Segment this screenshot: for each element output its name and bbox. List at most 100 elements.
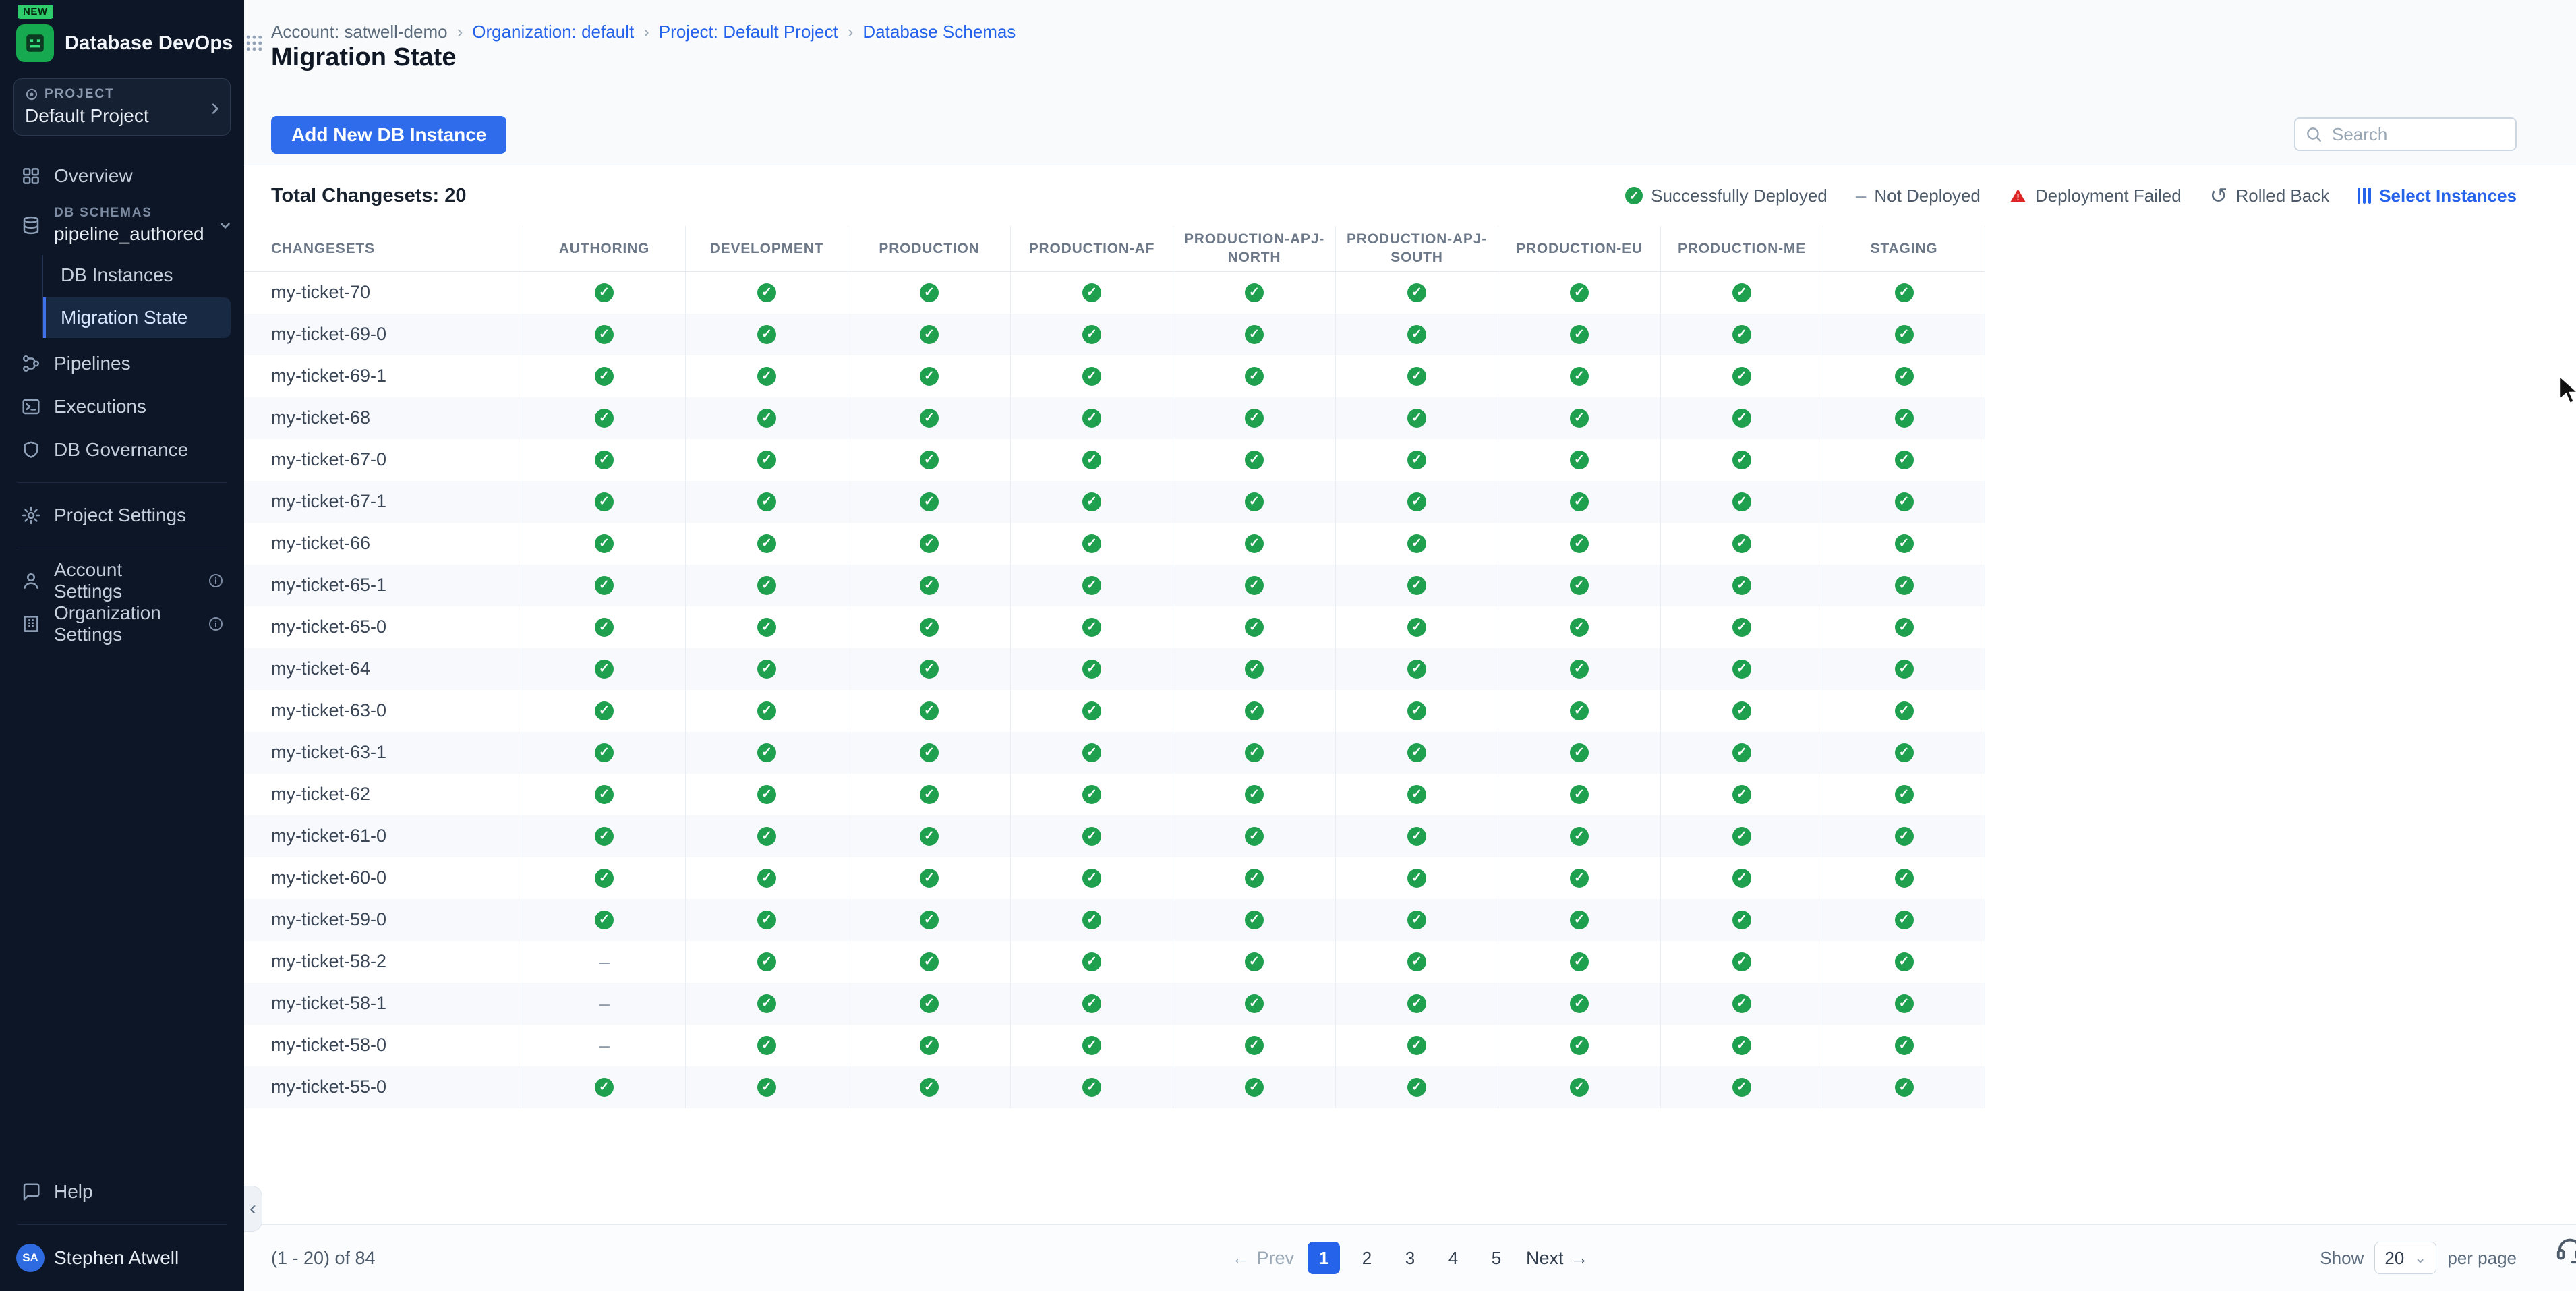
status-deployed-icon: ✓ (1010, 857, 1173, 899)
sidebar-item-pipelines[interactable]: Pipelines (9, 342, 235, 385)
sidebar-item-overview[interactable]: Overview (9, 154, 235, 198)
status-not-deployed: – (523, 983, 685, 1025)
sidebar-item-executions[interactable]: Executions (9, 385, 235, 428)
status-deployed-icon: ✓ (1498, 439, 1660, 481)
pagination-controls: ← Prev 12345 Next → (1231, 1242, 1588, 1274)
status-deployed-icon: ✓ (1660, 397, 1823, 439)
status-not-deployed: – (523, 1025, 685, 1066)
sidebar-item-help[interactable]: Help (9, 1170, 235, 1213)
search-box[interactable] (2294, 117, 2517, 151)
status-deployed-icon: ✓ (848, 1025, 1010, 1066)
user-menu[interactable]: SA Stephen Atwell (9, 1236, 235, 1280)
status-deployed-icon: ✓ (685, 397, 848, 439)
chevron-right-icon: › (210, 94, 219, 120)
main-content: Account: satwell-demo › Organization: de… (244, 0, 2576, 1291)
breadcrumb-project[interactable]: Project: Default Project (659, 22, 838, 42)
prev-page-button[interactable]: ← Prev (1231, 1248, 1294, 1269)
status-deployed-icon: ✓ (685, 1025, 848, 1066)
page-button-3[interactable]: 3 (1394, 1242, 1426, 1274)
status-deployed-icon: ✓ (1823, 272, 1985, 314)
legend-items: ✓Successfully Deployed–Not Deployed!Depl… (1625, 185, 2329, 206)
search-input[interactable] (2331, 123, 2506, 146)
sidebar-item-db-instances[interactable]: DB Instances (43, 255, 231, 295)
sidebar-item-db-governance[interactable]: DB Governance (9, 428, 235, 471)
table-toolbar: Total Changesets: 20 ✓Successfully Deplo… (244, 165, 2576, 226)
breadcrumb-account[interactable]: Account: satwell-demo (271, 22, 448, 42)
select-instances-button[interactable]: Select Instances (2358, 185, 2517, 206)
page-size-select[interactable]: 20 ⌄ (2374, 1242, 2436, 1274)
status-deployed-icon: ✓ (1498, 1066, 1660, 1108)
page-button-1[interactable]: 1 (1308, 1242, 1340, 1274)
status-deployed-icon: ✓ (1660, 272, 1823, 314)
status-deployed-icon: ✓ (523, 815, 685, 857)
status-deployed-icon: ✓ (1823, 523, 1985, 565)
status-deployed-icon: ✓ (523, 481, 685, 523)
status-deployed-icon: ✓ (685, 1066, 848, 1108)
status-deployed-icon: ✓ (1010, 690, 1173, 732)
status-deployed-icon: ✓ (1823, 732, 1985, 774)
status-deployed-icon: ✓ (1823, 690, 1985, 732)
page-button-4[interactable]: 4 (1437, 1242, 1469, 1274)
executions-icon (20, 397, 42, 417)
page-button-2[interactable]: 2 (1351, 1242, 1383, 1274)
status-deployed-icon: ✓ (523, 439, 685, 481)
status-deployed-icon: ✓ (848, 815, 1010, 857)
status-deployed-icon: ✓ (523, 732, 685, 774)
status-deployed-icon: ✓ (1660, 815, 1823, 857)
status-deployed-icon: ✓ (1010, 899, 1173, 941)
status-deployed-icon: ✓ (1010, 314, 1173, 355)
status-deployed-icon: ✓ (1173, 899, 1335, 941)
app-logo (16, 24, 54, 62)
breadcrumb-database-schemas[interactable]: Database Schemas (862, 22, 1016, 42)
column-header-changesets: CHANGESETS (244, 226, 523, 271)
status-deployed-icon: ✓ (1660, 983, 1823, 1025)
status-deployed-icon: ✓ (1335, 815, 1498, 857)
status-legend: ✓Successfully Deployed–Not Deployed!Depl… (1625, 185, 2517, 206)
status-deployed-icon: ✓ (1335, 983, 1498, 1025)
page-button-5[interactable]: 5 (1480, 1242, 1513, 1274)
building-icon (20, 614, 42, 634)
sidebar-collapse-button[interactable]: ‹ (244, 1186, 262, 1232)
status-deployed-icon: ✓ (848, 857, 1010, 899)
status-deployed-icon: ✓ (848, 941, 1010, 983)
status-deployed-icon: ✓ (685, 690, 848, 732)
apps-grid-icon[interactable] (244, 33, 264, 53)
table-row: my-ticket-55-0✓✓✓✓✓✓✓✓✓ (244, 1066, 1985, 1108)
breadcrumb-organization[interactable]: Organization: default (472, 22, 634, 42)
table-row: my-ticket-70✓✓✓✓✓✓✓✓✓ (244, 272, 1985, 314)
status-deployed-icon: ✓ (1660, 774, 1823, 815)
status-deployed-icon: ✓ (1010, 941, 1173, 983)
sidebar-item-account-settings[interactable]: Account Settings (9, 559, 235, 602)
table-row: my-ticket-69-0✓✓✓✓✓✓✓✓✓ (244, 314, 1985, 355)
nav-label-overview: Overview (54, 165, 133, 187)
sidebar-item-organization-settings[interactable]: Organization Settings (9, 602, 235, 646)
sidebar-nav: Overview DB SCHEMAS pipeline_authored DB… (0, 149, 244, 646)
overview-icon (20, 166, 42, 186)
sidebar-item-db-schemas[interactable]: DB SCHEMAS pipeline_authored (9, 198, 235, 253)
status-deployed-icon: ✓ (848, 732, 1010, 774)
status-deployed-icon: ✓ (1660, 648, 1823, 690)
status-deployed-icon: ✓ (685, 355, 848, 397)
status-deployed-icon: ✓ (685, 815, 848, 857)
status-deployed-icon: ✓ (1173, 355, 1335, 397)
status-deployed-icon: ✓ (848, 606, 1010, 648)
project-selector[interactable]: PROJECT Default Project › (13, 78, 231, 136)
page-size-value: 20 (2384, 1248, 2404, 1269)
status-deployed-icon: ✓ (1498, 815, 1660, 857)
status-deployed-icon: ✓ (1010, 397, 1173, 439)
status-deployed-icon: ✓ (1660, 1066, 1823, 1108)
sidebar-item-project-settings[interactable]: Project Settings (9, 494, 235, 537)
status-deployed-icon: ✓ (848, 1066, 1010, 1108)
next-page-button[interactable]: Next → (1526, 1248, 1589, 1269)
add-db-instance-button[interactable]: Add New DB Instance (271, 116, 506, 154)
sidebar-header: NEW Database DevOps (0, 0, 244, 71)
status-deployed-icon: ✓ (1335, 355, 1498, 397)
new-badge: NEW (18, 5, 53, 19)
breadcrumb-separator: › (457, 22, 463, 42)
sidebar-item-migration-state[interactable]: Migration State (43, 297, 231, 338)
status-deployed-icon: ✓ (1335, 732, 1498, 774)
status-deployed-icon: ✓ (1498, 523, 1660, 565)
info-icon (208, 573, 224, 589)
support-headset-icon[interactable] (2554, 1234, 2576, 1268)
status-deployed-icon: ✓ (1498, 272, 1660, 314)
